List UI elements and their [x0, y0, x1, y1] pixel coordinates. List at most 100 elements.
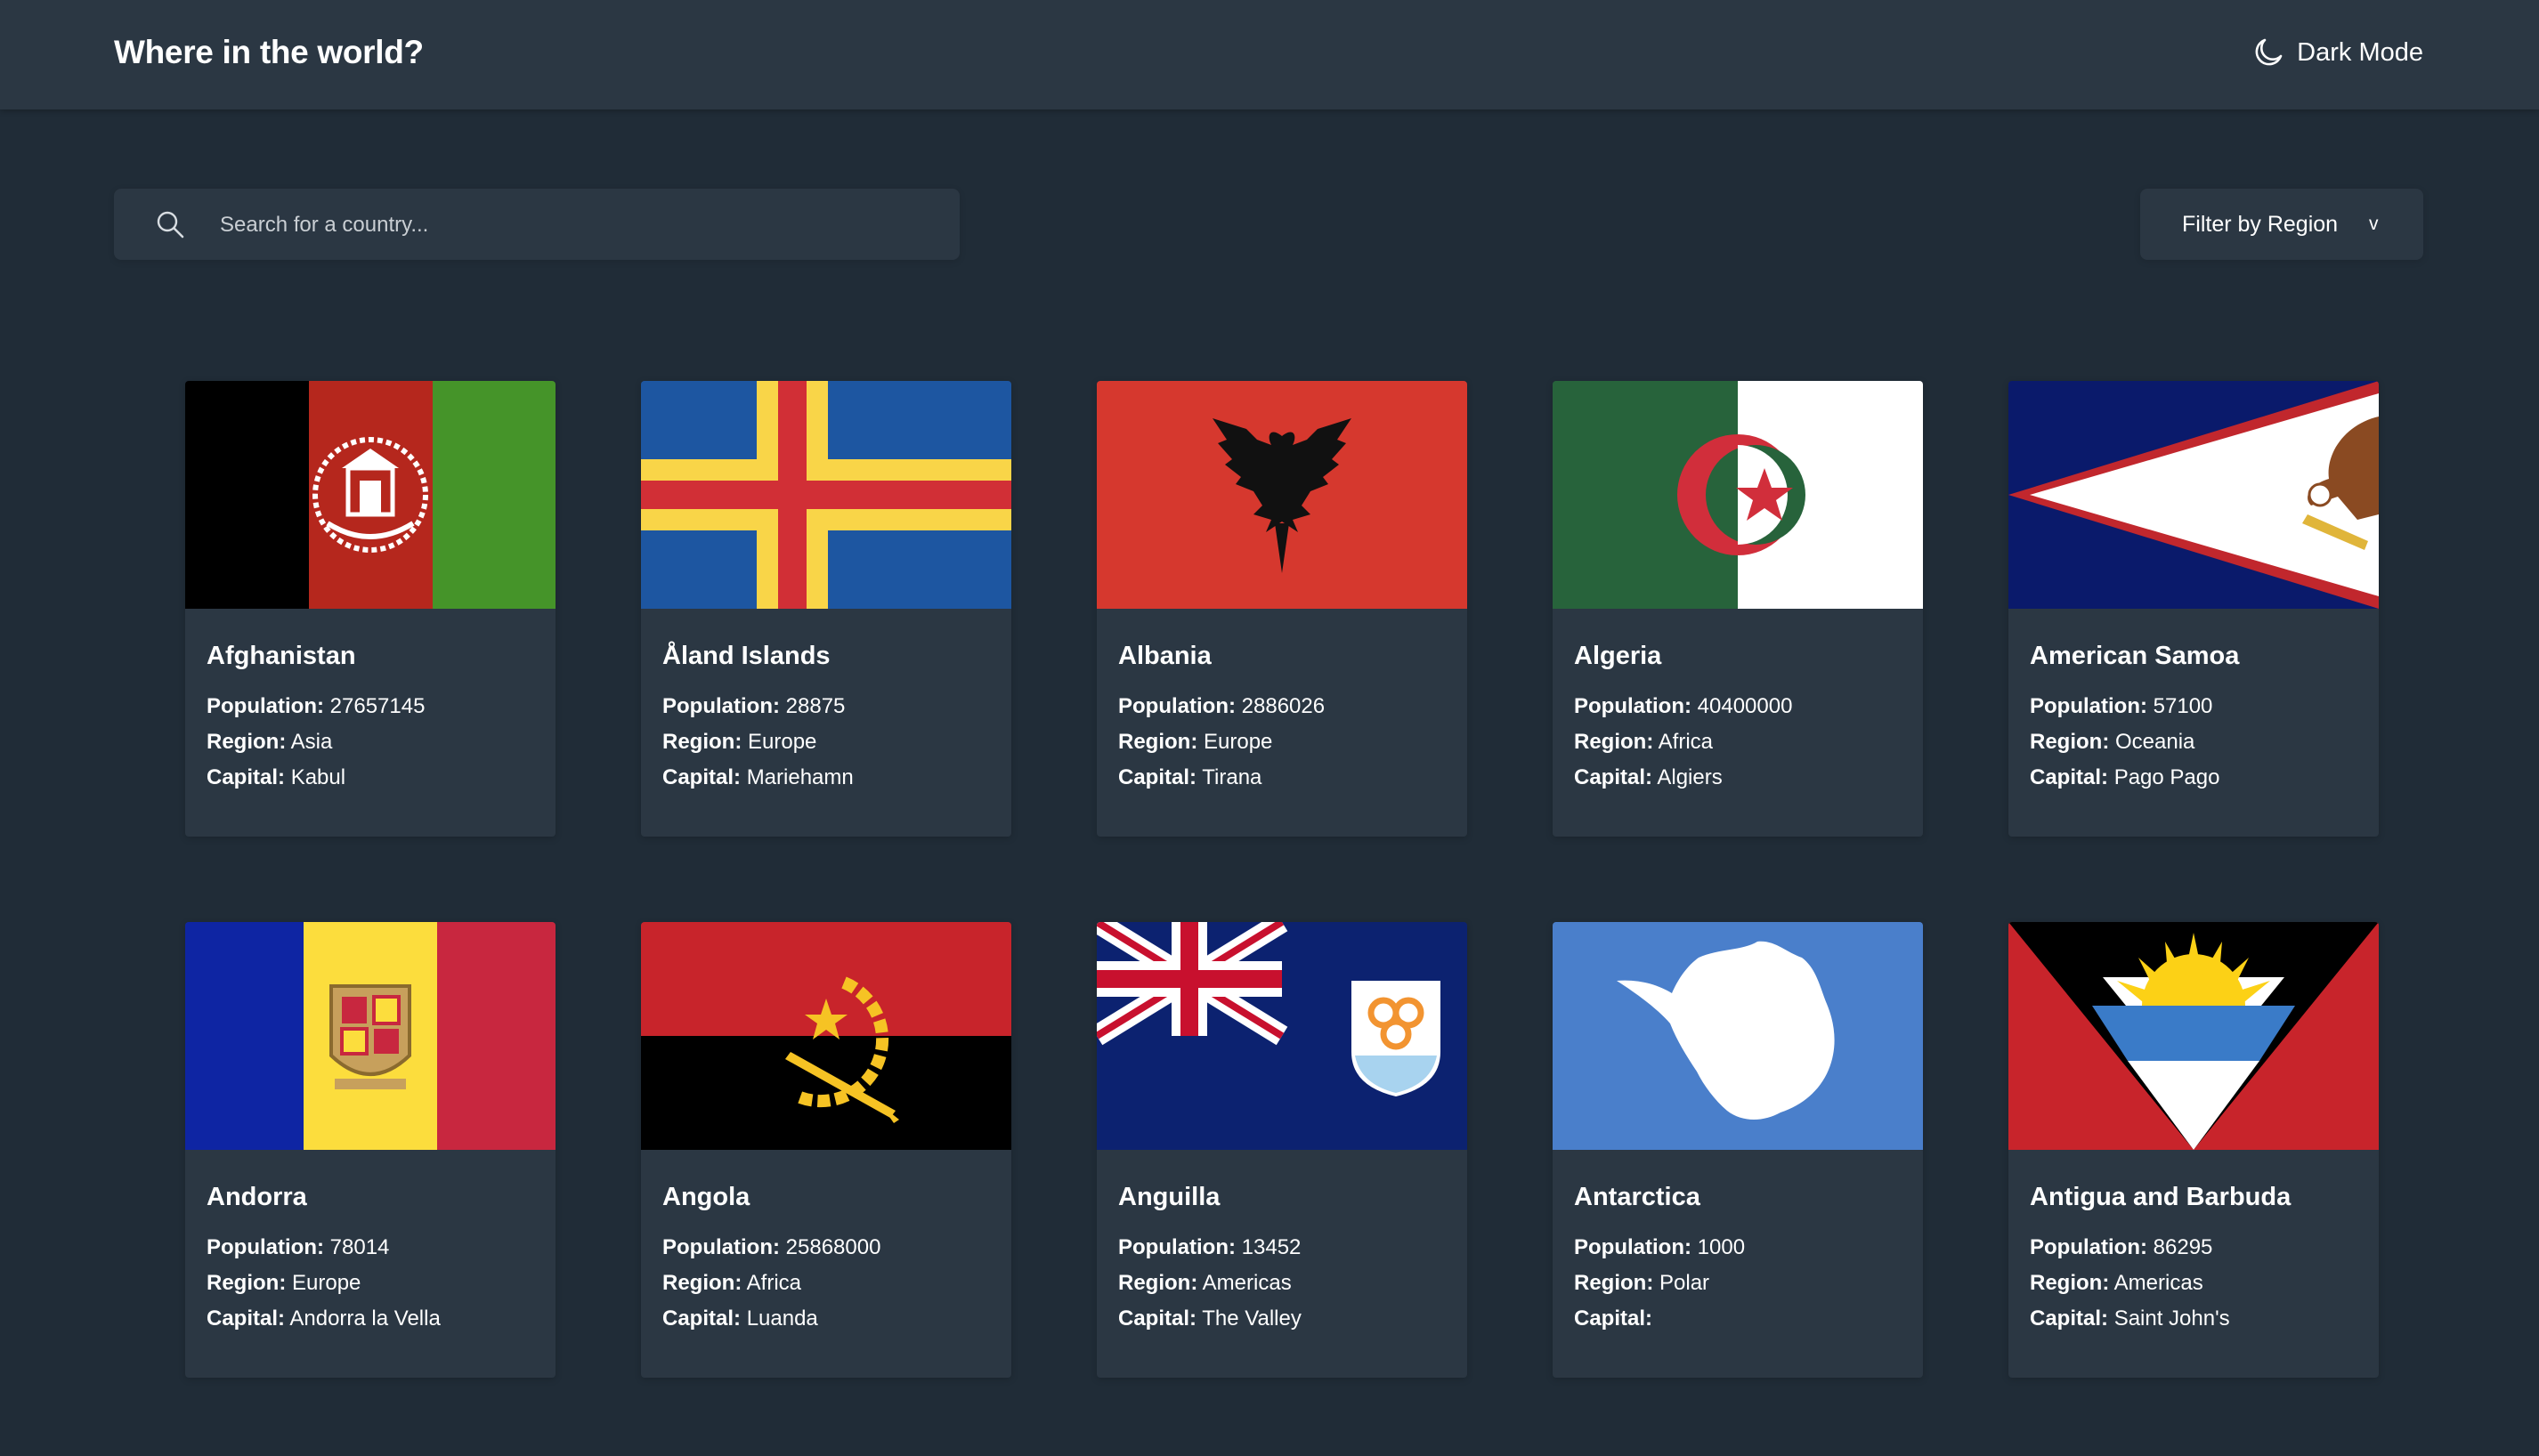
region-value: Asia — [290, 730, 333, 754]
region-row: Region: Europe — [662, 728, 816, 756]
chevron-down-icon: v — [2369, 214, 2379, 234]
region-label: Region: — [662, 1271, 742, 1295]
region-value: Africa — [746, 1271, 802, 1295]
country-card[interactable]: Afghanistan Population: 27657145 Region:… — [185, 381, 556, 837]
country-name: Anguilla — [1118, 1183, 1221, 1211]
population-row: Population: 25868000 — [662, 1234, 880, 1262]
capital-row: Capital: Algiers — [1574, 764, 1723, 792]
filter-by-region-dropdown[interactable]: Filter by Region v — [2140, 189, 2423, 260]
population-value: 86295 — [2153, 1235, 2213, 1259]
population-row: Population: 27657145 — [207, 692, 425, 721]
region-label: Region: — [1574, 730, 1654, 754]
anguilla-flag — [1097, 922, 1467, 1150]
region-row: Region: Americas — [1118, 1269, 1292, 1298]
albania-flag — [1097, 381, 1467, 609]
region-value: Europe — [292, 1271, 361, 1295]
capital-value: Andorra la Vella — [289, 1306, 441, 1331]
country-card[interactable]: Andorra Population: 78014 Region: Europe… — [185, 922, 556, 1378]
capital-row: Capital: Luanda — [662, 1305, 818, 1333]
country-card[interactable]: Albania Population: 2886026 Region: Euro… — [1097, 381, 1467, 837]
search-input[interactable] — [218, 189, 934, 262]
region-label: Region: — [2030, 730, 2110, 754]
region-label: Region: — [1118, 730, 1198, 754]
capital-label: Capital: — [2030, 765, 2109, 789]
capital-label: Capital: — [2030, 1306, 2109, 1331]
aland-islands-flag — [641, 381, 1011, 609]
country-name: Antigua and Barbuda — [2030, 1183, 2292, 1211]
region-value: Africa — [1658, 730, 1714, 754]
population-value: 2886026 — [1241, 694, 1326, 718]
region-row: Region: Africa — [662, 1269, 801, 1298]
country-card[interactable]: Algeria Population: 40400000 Region: Afr… — [1553, 381, 1923, 837]
region-row: Region: Africa — [1574, 728, 1713, 756]
dark-mode-label: Dark Mode — [2297, 38, 2423, 67]
country-card[interactable]: Antarctica Population: 1000 Region: Pola… — [1553, 922, 1923, 1378]
population-value: 27657145 — [329, 694, 426, 718]
population-label: Population: — [1574, 694, 1691, 718]
country-card[interactable]: Antigua and Barbuda Population: 86295 Re… — [2008, 922, 2379, 1378]
capital-label: Capital: — [207, 1306, 286, 1331]
capital-row: Capital: Saint John's — [2030, 1305, 2230, 1333]
capital-value: The Valley — [1202, 1306, 1302, 1331]
country-card[interactable]: Åland Islands Population: 28875 Region: … — [641, 381, 1011, 837]
country-name: Albania — [1118, 642, 1212, 670]
capital-row: Capital: Mariehamn — [662, 764, 854, 792]
afghanistan-flag — [185, 381, 556, 609]
capital-value: Tirana — [1202, 765, 1262, 789]
region-value: Polar — [1659, 1271, 1710, 1295]
capital-value: Mariehamn — [746, 765, 854, 789]
capital-value: Pago Pago — [2113, 765, 2220, 789]
population-value: 78014 — [329, 1235, 390, 1259]
population-row: Population: 28875 — [662, 692, 845, 721]
capital-value: Algiers — [1657, 765, 1723, 789]
region-label: Region: — [207, 1271, 287, 1295]
region-row: Region: Americas — [2030, 1269, 2203, 1298]
population-row: Population: 1000 — [1574, 1234, 1745, 1262]
country-card[interactable]: Anguilla Population: 13452 Region: Ameri… — [1097, 922, 1467, 1378]
country-name: American Samoa — [2030, 642, 2240, 670]
capital-value: Saint John's — [2113, 1306, 2230, 1331]
country-name: Åland Islands — [662, 642, 831, 670]
population-value: 28875 — [785, 694, 846, 718]
population-label: Population: — [207, 694, 324, 718]
capital-row: Capital: — [1574, 1305, 1652, 1333]
population-value: 25868000 — [785, 1235, 881, 1259]
dark-mode-toggle[interactable]: Dark Mode — [2252, 32, 2423, 73]
region-value: Americas — [2113, 1271, 2203, 1295]
region-label: Region: — [662, 730, 742, 754]
capital-row: Capital: Pago Pago — [2030, 764, 2219, 792]
country-name: Angola — [662, 1183, 750, 1211]
search-box[interactable] — [114, 189, 960, 262]
population-row: Population: 57100 — [2030, 692, 2212, 721]
capital-row: Capital: Tirana — [1118, 764, 1261, 792]
population-value: 57100 — [2153, 694, 2213, 718]
angola-flag — [641, 922, 1011, 1150]
country-name: Andorra — [207, 1183, 307, 1211]
moon-icon — [2255, 38, 2283, 66]
filter-label: Filter by Region — [2182, 212, 2339, 237]
region-value: Oceania — [2115, 730, 2195, 754]
country-name: Afghanistan — [207, 642, 356, 670]
app-header: Where in the world? Dark Mode — [0, 0, 2539, 109]
capital-value: Kabul — [290, 765, 346, 789]
antigua-and-barbuda-flag — [2008, 922, 2379, 1150]
capital-label: Capital: — [662, 1306, 742, 1331]
population-label: Population: — [207, 1235, 324, 1259]
population-label: Population: — [2030, 1235, 2147, 1259]
population-row: Population: 40400000 — [1574, 692, 1792, 721]
country-card[interactable]: American Samoa Population: 57100 Region:… — [2008, 381, 2379, 837]
region-value: Americas — [1202, 1271, 1292, 1295]
country-card[interactable]: Angola Population: 25868000 Region: Afri… — [641, 922, 1011, 1378]
capital-value: Luanda — [746, 1306, 818, 1331]
population-value: 40400000 — [1697, 694, 1793, 718]
population-label: Population: — [662, 1235, 780, 1259]
region-row: Region: Asia — [207, 728, 332, 756]
population-label: Population: — [2030, 694, 2147, 718]
population-value: 1000 — [1697, 1235, 1746, 1259]
capital-label: Capital: — [1118, 1306, 1197, 1331]
population-label: Population: — [662, 694, 780, 718]
region-row: Region: Europe — [207, 1269, 361, 1298]
region-value: Europe — [748, 730, 817, 754]
region-value: Europe — [1204, 730, 1273, 754]
population-row: Population: 78014 — [207, 1234, 389, 1262]
